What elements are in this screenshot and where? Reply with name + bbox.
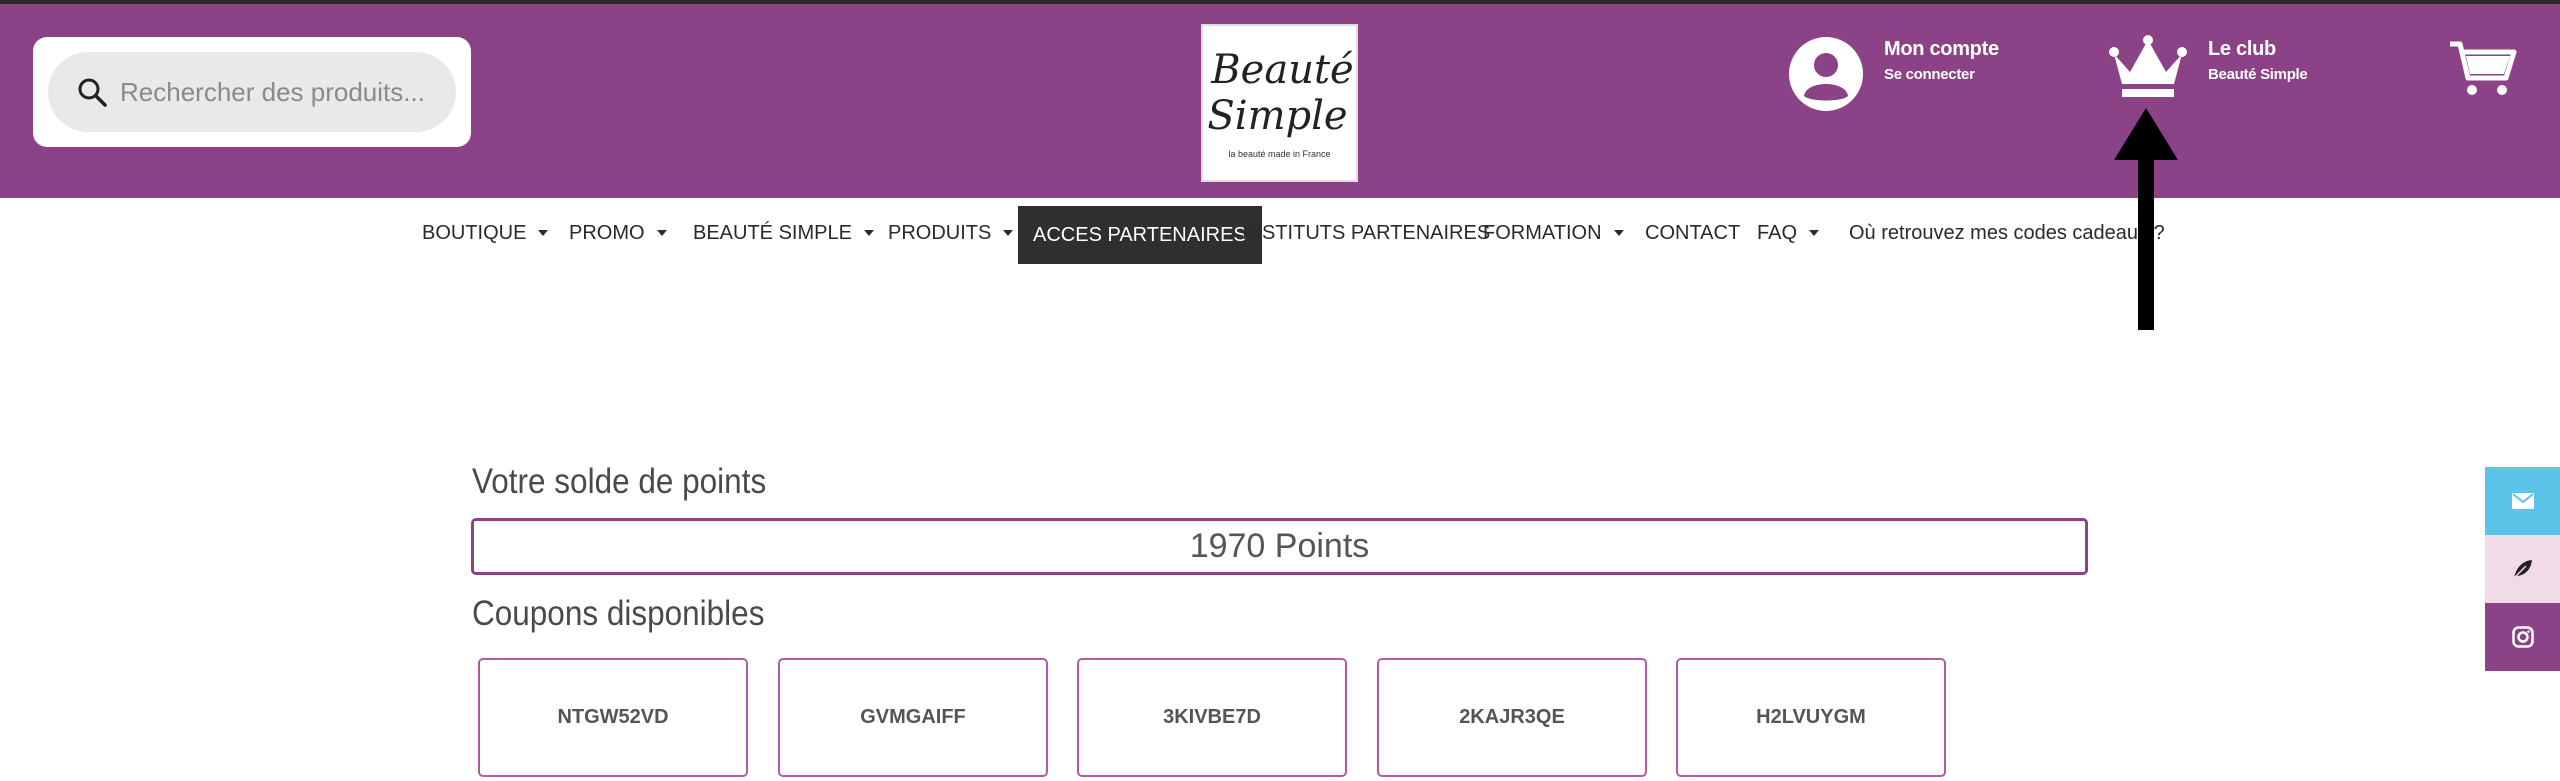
dropdown-caret-icon [1003,230,1014,236]
coupon-card[interactable]: NTGW52VD [478,658,748,777]
nav-label: INSTITUTS PARTENAIRES [1242,221,1491,244]
search-bar[interactable] [48,52,456,132]
nav-label: FAQ [1757,221,1798,244]
instagram-button[interactable] [2485,603,2560,671]
nav-item-contact[interactable]: CONTACT [1630,198,1755,268]
search-icon[interactable] [76,76,108,108]
coupons-title: Coupons disponibles [472,594,765,633]
nav-item-instituts-partenaires[interactable]: INSTITUTS PARTENAIRES [1227,198,1505,268]
account-login-link[interactable]: Se connecter [1884,66,1975,83]
points-title: Votre solde de points [472,462,767,501]
coupon-card[interactable]: H2LVUYGM [1676,658,1946,777]
coupon-card[interactable]: GVMGAIFF [778,658,1048,777]
mail-icon [2511,493,2534,509]
dropdown-caret-icon [656,230,667,236]
nav-item-formation[interactable]: FORMATION [1468,198,1639,268]
nav-label: BOUTIQUE [422,221,527,244]
account-title[interactable]: Mon compte [1884,38,1999,61]
account-icon[interactable] [1788,36,1864,112]
instagram-icon [2511,626,2534,648]
club-link[interactable]: Le club Beauté Simple [2108,34,2368,104]
mail-button[interactable] [2485,467,2560,535]
arrow-annotation [2114,108,2178,330]
nav-item-acces-partenaires[interactable]: ACCES PARTENAIRES [1018,206,1262,264]
nav-item-beaute-simple[interactable]: BEAUTÉ SIMPLE [678,198,889,268]
leaf-icon [2512,560,2532,579]
nav-item-boutique[interactable]: BOUTIQUE [407,198,563,268]
search-card [33,37,471,147]
coupon-card[interactable]: 2KAJR3QE [1377,658,1647,777]
nav-label: CONTACT [1645,221,1741,244]
nav-item-promo[interactable]: PROMO [554,198,682,268]
leaf-button[interactable] [2485,535,2560,603]
club-subtitle[interactable]: Beauté Simple [2208,66,2308,83]
nav-item-faq[interactable]: FAQ [1742,198,1834,268]
nav-item-produits[interactable]: PRODUITS [873,198,1028,268]
club-title[interactable]: Le club [2208,38,2276,61]
account-link[interactable]: Mon compte Se connecter [1788,36,2048,116]
dropdown-caret-icon [538,230,549,236]
cart-icon[interactable] [2448,38,2518,100]
nav-label: ACCES PARTENAIRES [1033,223,1247,246]
search-input[interactable] [120,66,440,118]
logo-tagline: la beauté made in France [1228,149,1331,159]
points-balance: 1970 Points [471,518,2088,575]
coupon-card[interactable]: 3KIVBE7D [1077,658,1347,777]
crown-icon[interactable] [2108,34,2188,100]
dropdown-caret-icon [1613,230,1624,236]
dropdown-caret-icon [1809,230,1820,236]
logo-line1: Beauté [1211,47,1354,93]
nav-label: PROMO [569,221,645,244]
social-sidebar [2485,467,2560,673]
nav-label: FORMATION [1483,221,1602,244]
nav-label: PRODUITS [888,221,992,244]
logo-line2: Simple [1207,93,1348,139]
nav-label: BEAUTÉ SIMPLE [693,221,852,244]
site-logo[interactable]: Beauté Simple la beauté made in France [1201,24,1358,182]
